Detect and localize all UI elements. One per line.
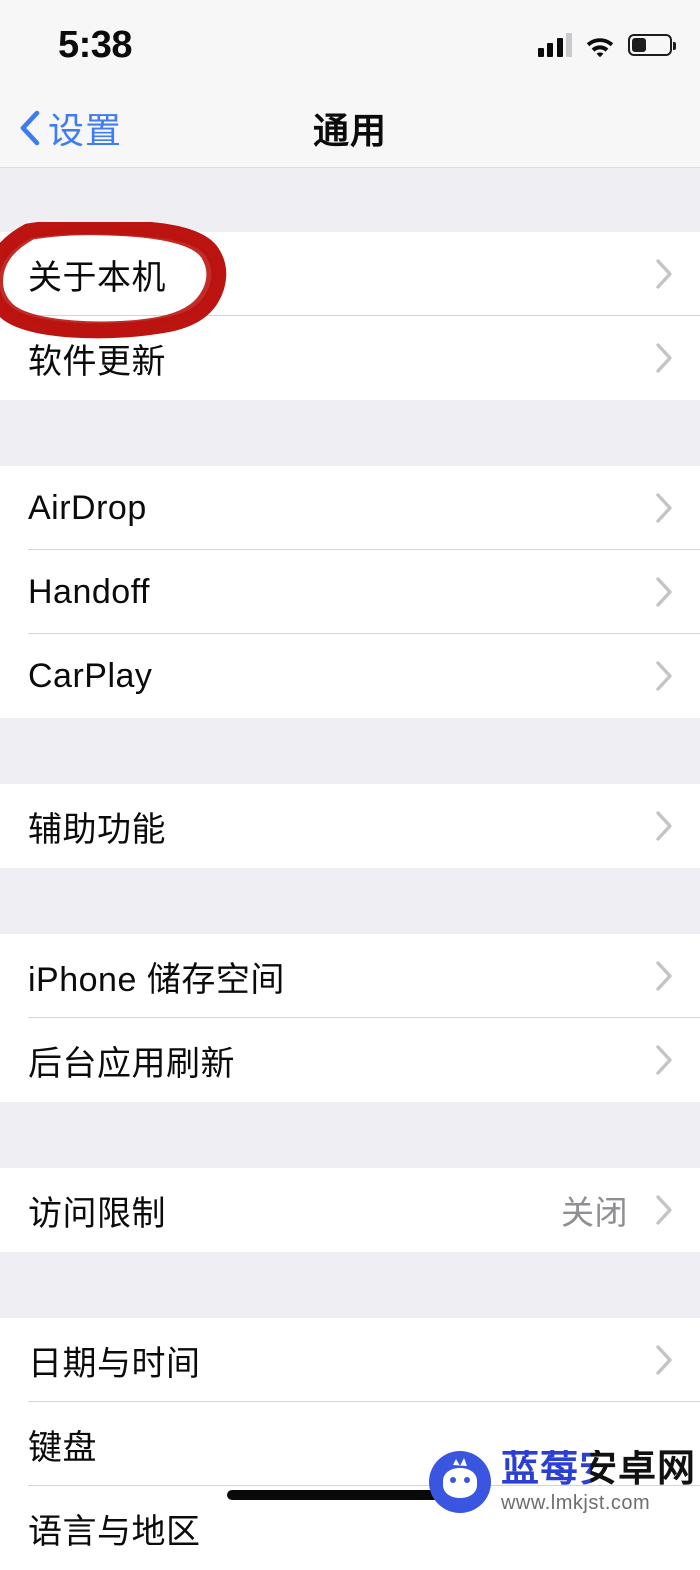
site-watermark: 蓝莓安卓网 www.lmkjst.com: [428, 1450, 696, 1513]
settings-row-date-time[interactable]: 日期与时间: [0, 1318, 700, 1402]
wifi-icon: [585, 34, 615, 57]
settings-row-label: CarPlay: [28, 656, 153, 695]
battery-cap: [672, 42, 676, 50]
section-gap: [0, 1102, 700, 1168]
chevron-right-icon: [653, 257, 675, 291]
settings-row-carplay[interactable]: CarPlay: [0, 634, 700, 718]
android-robot-logo-icon: [428, 1450, 491, 1513]
settings-group-datetime: 日期与时间 键盘 语言与地区: [0, 1318, 700, 1570]
battery-level-fill: [632, 38, 647, 52]
section-gap: [0, 718, 700, 784]
chevron-right-icon: [653, 1343, 675, 1377]
chevron-right-icon: [653, 959, 675, 993]
settings-row-label: 语言与地区: [28, 1512, 201, 1551]
settings-row-accessibility[interactable]: 辅助功能: [0, 784, 700, 868]
settings-row-about[interactable]: 关于本机: [0, 232, 700, 316]
section-gap: [0, 168, 700, 232]
settings-row-label: 键盘: [28, 1428, 97, 1467]
settings-group-restrictions: 访问限制 关闭: [0, 1168, 700, 1252]
settings-row-label: 关于本机: [28, 258, 166, 297]
chevron-right-icon: [653, 491, 675, 525]
settings-row-label: 辅助功能: [28, 810, 166, 849]
navigation-bar: 设置 通用: [0, 88, 700, 168]
settings-row-handoff[interactable]: Handoff: [0, 550, 700, 634]
chevron-right-icon: [653, 809, 675, 843]
status-bar-indicators: [537, 28, 676, 62]
settings-row-label: AirDrop: [28, 488, 147, 527]
settings-group-device: 关于本机 软件更新: [0, 232, 700, 400]
settings-row-iphone-storage[interactable]: iPhone 储存空间: [0, 934, 700, 1018]
chevron-right-icon: [653, 1193, 675, 1227]
settings-group-connectivity: AirDrop Handoff CarPlay: [0, 466, 700, 718]
settings-general-screen: 5:38 设置 通用 关于本机 软件更新 AirDrop Handoff Car…: [0, 0, 700, 1570]
settings-row-background-app-refresh[interactable]: 后台应用刷新: [0, 1018, 700, 1102]
chevron-right-icon: [653, 659, 675, 693]
settings-row-label: 访问限制: [28, 1194, 166, 1233]
settings-row-restrictions[interactable]: 访问限制 关闭: [0, 1168, 700, 1252]
settings-row-label: 日期与时间: [28, 1344, 201, 1383]
section-gap: [0, 400, 700, 466]
settings-row-software-update[interactable]: 软件更新: [0, 316, 700, 400]
status-bar: 5:38: [0, 0, 700, 88]
battery-icon: [628, 34, 676, 56]
settings-row-label: 后台应用刷新: [28, 1044, 235, 1083]
watermark-text: 蓝莓安卓网 www.lmkjst.com: [501, 1450, 696, 1513]
section-gap: [0, 868, 700, 934]
chevron-right-icon: [653, 575, 675, 609]
settings-group-storage: iPhone 储存空间 后台应用刷新: [0, 934, 700, 1102]
settings-row-value: 关闭: [561, 1194, 628, 1231]
chevron-right-icon: [653, 1043, 675, 1077]
settings-row-label: Handoff: [28, 572, 150, 611]
chevron-right-icon: [653, 341, 675, 375]
cellular-signal-icon: [537, 33, 572, 57]
section-gap: [0, 1252, 700, 1318]
watermark-title: 蓝莓安卓网: [500, 1448, 696, 1490]
settings-list: 关于本机 软件更新 AirDrop Handoff CarPlay 辅助功能 i…: [0, 168, 700, 1570]
page-title: 通用: [312, 110, 387, 151]
watermark-url: www.lmkjst.com: [500, 1492, 651, 1514]
settings-row-label: 软件更新: [28, 342, 166, 381]
settings-group-accessibility: 辅助功能: [0, 784, 700, 868]
settings-row-label: iPhone 储存空间: [28, 960, 285, 999]
status-bar-time: 5:38: [58, 24, 133, 66]
settings-row-airdrop[interactable]: AirDrop: [0, 466, 700, 550]
